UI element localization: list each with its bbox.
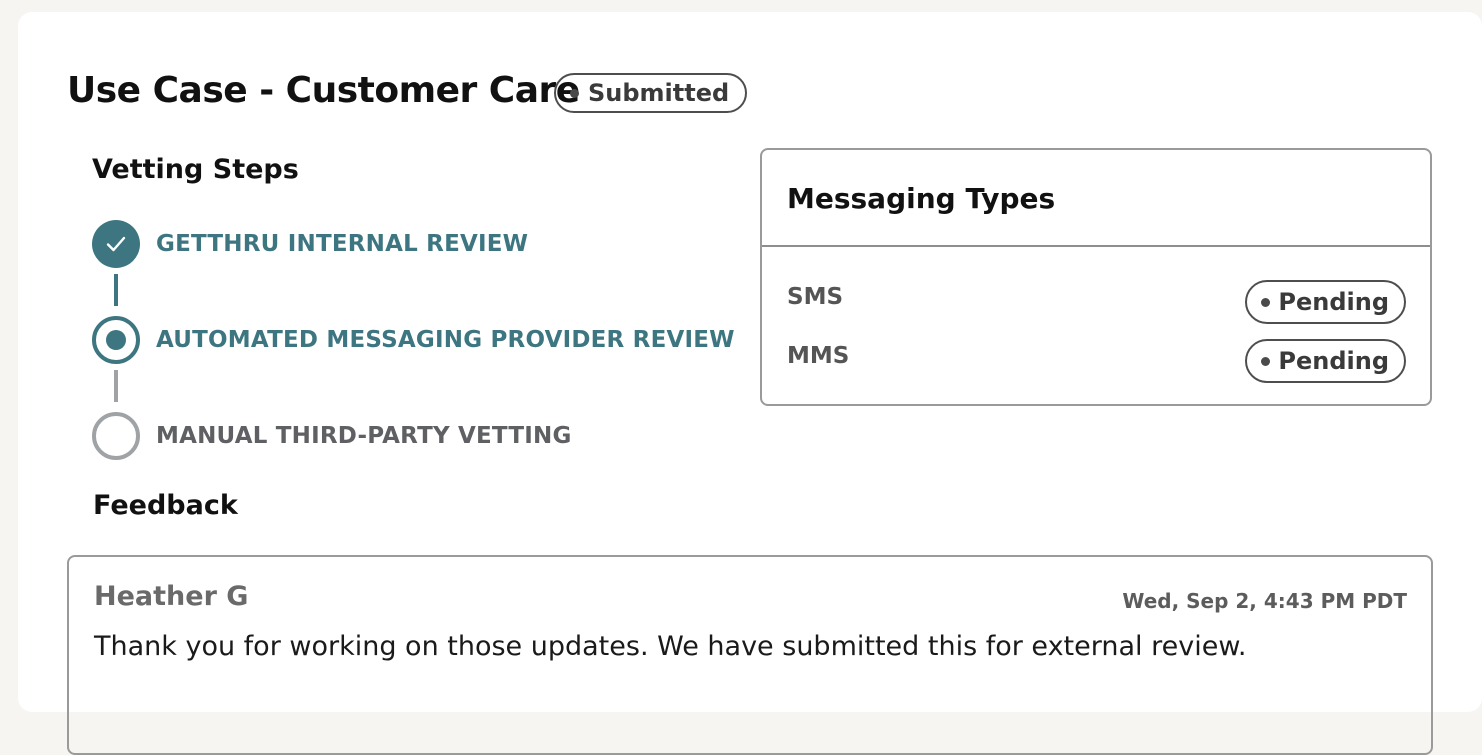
status-badge: Submitted bbox=[554, 73, 748, 113]
feedback-entry: Heather G Wed, Sep 2, 4:43 PM PDT Thank … bbox=[67, 555, 1433, 755]
use-case-card: Use Case - Customer Care Submitted Vetti… bbox=[18, 12, 1482, 755]
messaging-types-panel: Messaging Types SMS Pending MMS Pending bbox=[760, 148, 1432, 406]
dot-icon bbox=[570, 88, 579, 98]
messaging-type-row-sms: SMS Pending bbox=[787, 280, 1406, 324]
messaging-type-row-mms: MMS Pending bbox=[787, 339, 1406, 383]
vetting-step-label: MANUAL THIRD-PARTY VETTING bbox=[156, 423, 572, 449]
step-connector bbox=[114, 370, 118, 402]
feedback-message: Thank you for working on those updates. … bbox=[94, 631, 1247, 662]
status-badge: Pending bbox=[1245, 339, 1406, 383]
vetting-step-third-party: MANUAL THIRD-PARTY VETTING bbox=[92, 412, 572, 460]
status-badge-label: Pending bbox=[1278, 288, 1389, 316]
vetting-step-label: AUTOMATED MESSAGING PROVIDER REVIEW bbox=[156, 327, 735, 353]
dot-icon bbox=[1261, 297, 1271, 307]
page-title: Use Case - Customer Care bbox=[67, 70, 580, 111]
messaging-type-name: MMS bbox=[787, 343, 850, 369]
radio-dot-icon bbox=[92, 316, 140, 364]
vetting-step-label: GETTHRU INTERNAL REVIEW bbox=[156, 231, 529, 257]
messaging-type-name: SMS bbox=[787, 284, 844, 310]
divider bbox=[762, 245, 1430, 247]
step-connector bbox=[114, 274, 118, 306]
feedback-author: Heather G bbox=[94, 581, 249, 612]
vetting-step-provider-review: AUTOMATED MESSAGING PROVIDER REVIEW bbox=[92, 316, 735, 364]
status-badge: Pending bbox=[1245, 280, 1406, 324]
status-badge-label: Submitted bbox=[588, 79, 730, 107]
feedback-timestamp: Wed, Sep 2, 4:43 PM PDT bbox=[1122, 589, 1407, 613]
dot-icon bbox=[1261, 356, 1271, 366]
feedback-heading: Feedback bbox=[93, 490, 238, 521]
status-badge-label: Pending bbox=[1278, 347, 1389, 375]
empty-circle-icon bbox=[92, 412, 140, 460]
vetting-step-internal-review: GETTHRU INTERNAL REVIEW bbox=[92, 220, 528, 268]
checkmark-icon bbox=[92, 220, 140, 268]
messaging-types-heading: Messaging Types bbox=[787, 182, 1056, 215]
vetting-steps-heading: Vetting Steps bbox=[92, 154, 299, 185]
